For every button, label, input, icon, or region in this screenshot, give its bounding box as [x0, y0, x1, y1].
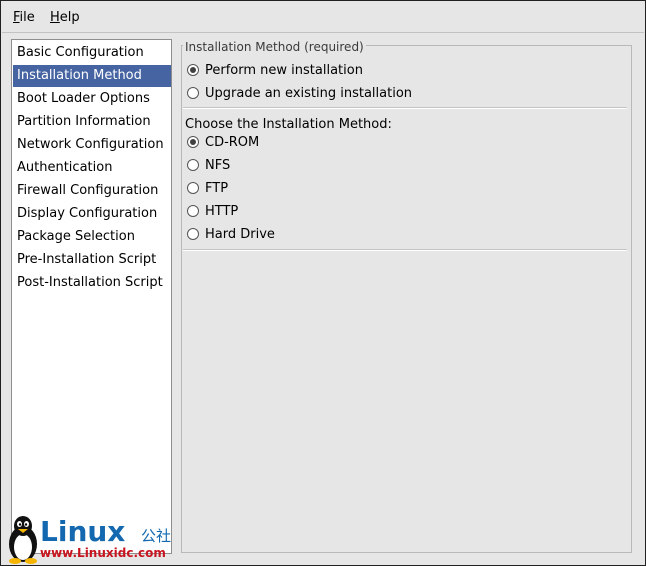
menu-file-label: ile — [19, 10, 35, 25]
sidebar-item-network-configuration[interactable]: Network Configuration — [13, 134, 171, 156]
radio-label: Upgrade an existing installation — [205, 86, 413, 101]
menu-help-mnemonic: H — [50, 10, 60, 25]
radio-button-checked[interactable] — [187, 64, 199, 76]
sidebar-item-boot-loader-options[interactable]: Boot Loader Options — [13, 88, 171, 110]
radio-label: Perform new installation — [205, 63, 363, 78]
watermark-logo-text: Linux — [40, 515, 126, 548]
sidebar-item-installation-method[interactable]: Installation Method — [13, 65, 171, 87]
sidebar-item-pre-installation-script[interactable]: Pre-Installation Script — [13, 249, 171, 271]
radio-button[interactable] — [187, 182, 199, 194]
sidebar-item-firewall-configuration[interactable]: Firewall Configuration — [13, 180, 171, 202]
radio-button[interactable] — [187, 205, 199, 217]
sidebar-item-display-configuration[interactable]: Display Configuration — [13, 203, 171, 225]
sidebar-item-partition-information[interactable]: Partition Information — [13, 111, 171, 133]
menubar: File Help — [2, 2, 644, 33]
radio-label: FTP — [205, 181, 229, 196]
watermark-url: www.Linuxidc.com — [40, 546, 166, 560]
method-heading: Choose the Installation Method: — [185, 117, 392, 132]
sidebar-list: Basic Configuration Installation Method … — [11, 39, 172, 554]
sidebar-item-authentication[interactable]: Authentication — [13, 157, 171, 179]
radio-label: HTTP — [205, 204, 239, 219]
radio-label: Hard Drive — [205, 227, 275, 242]
window: File Help Basic Configuration Installati… — [0, 0, 646, 566]
radio-label: CD-ROM — [205, 135, 260, 150]
radio-label: NFS — [205, 158, 231, 173]
watermark-logo-cn: 公社 — [141, 527, 172, 545]
radio-button[interactable] — [187, 159, 199, 171]
sidebar-item-post-installation-script[interactable]: Post-Installation Script — [13, 272, 171, 294]
frame-title: Installation Method (required) — [183, 40, 366, 54]
sidebar-item-package-selection[interactable]: Package Selection — [13, 226, 171, 248]
menu-help[interactable]: Help — [50, 10, 80, 25]
separator — [183, 249, 627, 251]
tux-penguin-icon — [9, 516, 37, 564]
sidebar-item-basic-configuration[interactable]: Basic Configuration — [13, 42, 171, 64]
separator — [183, 107, 627, 109]
radio-button[interactable] — [187, 228, 199, 240]
radio-button[interactable] — [187, 87, 199, 99]
menu-help-label: elp — [59, 10, 80, 25]
menu-file[interactable]: File — [13, 10, 35, 25]
radio-button-checked[interactable] — [187, 136, 199, 148]
